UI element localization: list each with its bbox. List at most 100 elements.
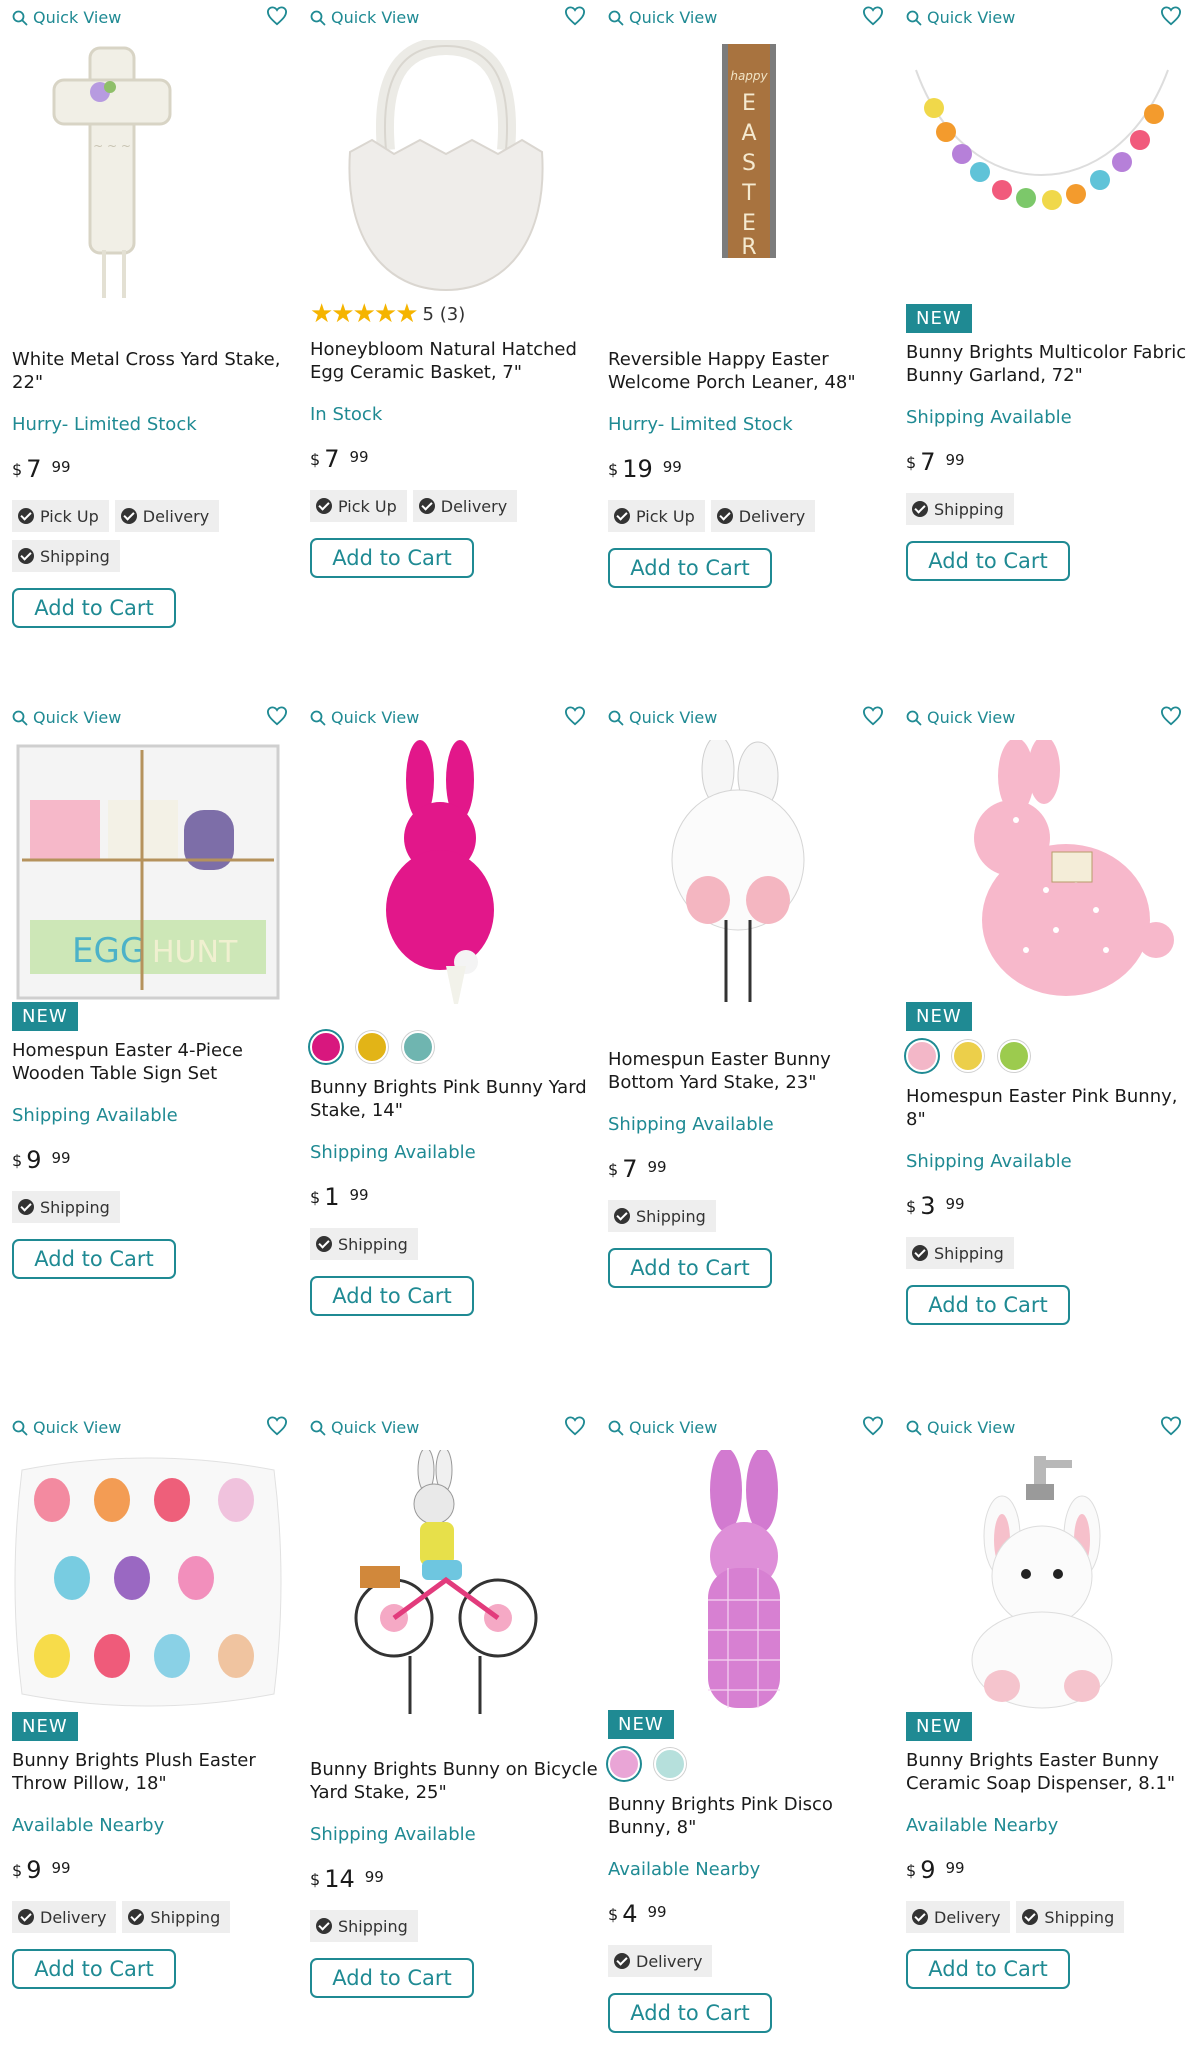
product-image[interactable]: [310, 40, 582, 304]
product-title[interactable]: Homespun Easter Bunny Bottom Yard Stake,…: [608, 1048, 898, 1094]
product-row: Quick View NEW Bunny Brights Plush Easter…: [0, 1410, 1200, 2059]
color-swatch[interactable]: [402, 1031, 434, 1063]
quick-view-label: Quick View: [927, 708, 1016, 727]
wishlist-heart-icon[interactable]: [862, 6, 884, 26]
product-title[interactable]: Honeybloom Natural Hatched Egg Ceramic B…: [310, 338, 600, 384]
add-to-cart-button[interactable]: Add to Cart: [608, 1248, 772, 1288]
availability-status: Shipping Available: [12, 1105, 178, 1126]
price-currency: $: [906, 453, 917, 472]
price: $14 99: [310, 1866, 600, 1894]
product-card-p9: Quick View NEW Bunny Brights Plush Easter…: [0, 1410, 298, 2059]
wishlist-heart-icon[interactable]: [266, 706, 288, 726]
product-title[interactable]: Homespun Easter Pink Bunny, 8": [906, 1085, 1196, 1131]
quick-view-label: Quick View: [927, 1418, 1016, 1437]
wishlist-heart-icon[interactable]: [266, 1416, 288, 1436]
quick-view-link[interactable]: Quick View: [12, 1418, 121, 1437]
add-to-cart-button[interactable]: Add to Cart: [906, 1949, 1070, 1989]
wishlist-heart-icon[interactable]: [266, 6, 288, 26]
price-dollars: 7: [26, 455, 42, 483]
color-swatch[interactable]: [608, 1748, 640, 1780]
search-icon: [608, 1420, 624, 1435]
quick-view-link[interactable]: Quick View: [310, 8, 419, 27]
product-image[interactable]: EGG HUNT: [12, 740, 284, 1004]
fulfillment-label: Shipping: [40, 546, 110, 566]
color-swatch[interactable]: [906, 1040, 938, 1072]
wishlist-heart-icon[interactable]: [862, 706, 884, 726]
product-image[interactable]: [906, 740, 1178, 1004]
product-title[interactable]: Reversible Happy Easter Welcome Porch Le…: [608, 348, 898, 394]
add-to-cart-button[interactable]: Add to Cart: [12, 1239, 176, 1279]
product-row: Quick View ~ ~ ~ White Metal Cross Yard …: [0, 0, 1200, 680]
quick-view-link[interactable]: Quick View: [310, 1418, 419, 1437]
add-to-cart-button[interactable]: Add to Cart: [310, 1958, 474, 1998]
fulfillment-label: Shipping: [40, 1197, 110, 1217]
add-to-cart-button[interactable]: Add to Cart: [906, 1285, 1070, 1325]
quick-view-link[interactable]: Quick View: [12, 8, 121, 27]
product-info: Reversible Happy Easter Welcome Porch Le…: [608, 348, 898, 588]
add-to-cart-button[interactable]: Add to Cart: [310, 1276, 474, 1316]
wishlist-heart-icon[interactable]: [1160, 6, 1182, 26]
product-title[interactable]: Homespun Easter 4-Piece Wooden Table Sig…: [12, 1039, 302, 1085]
fulfillment-chip: Shipping: [310, 1228, 418, 1260]
add-to-cart-button[interactable]: Add to Cart: [310, 538, 474, 578]
color-swatch[interactable]: [356, 1031, 388, 1063]
quick-view-link[interactable]: Quick View: [12, 708, 121, 727]
color-swatch[interactable]: [310, 1031, 342, 1063]
product-image[interactable]: [906, 40, 1178, 304]
wishlist-heart-icon[interactable]: [564, 1416, 586, 1436]
product-image[interactable]: [906, 1450, 1178, 1714]
add-to-cart-button[interactable]: Add to Cart: [12, 588, 176, 628]
product-title[interactable]: White Metal Cross Yard Stake, 22": [12, 348, 302, 394]
product-image[interactable]: [608, 740, 880, 1004]
wishlist-heart-icon[interactable]: [564, 706, 586, 726]
quick-view-link[interactable]: Quick View: [608, 708, 717, 727]
quick-view-link[interactable]: Quick View: [608, 8, 717, 27]
quick-view-link[interactable]: Quick View: [608, 1418, 717, 1437]
add-to-cart-button[interactable]: Add to Cart: [906, 541, 1070, 581]
product-title[interactable]: Bunny Brights Pink Disco Bunny, 8": [608, 1793, 898, 1839]
quick-view-link[interactable]: Quick View: [906, 8, 1015, 27]
price-cents: 99: [647, 1903, 667, 1921]
price-currency: $: [608, 460, 619, 479]
color-swatch[interactable]: [952, 1040, 984, 1072]
product-info: NEW Bunny Brights Plush Easter Throw Pill…: [12, 1712, 302, 1989]
price-cents: 99: [349, 1186, 369, 1204]
add-to-cart-button[interactable]: Add to Cart: [608, 548, 772, 588]
product-image[interactable]: [310, 740, 582, 1004]
wishlist-heart-icon[interactable]: [564, 6, 586, 26]
check-icon: [18, 1199, 34, 1215]
search-icon: [12, 1420, 28, 1435]
wishlist-heart-icon[interactable]: [1160, 706, 1182, 726]
product-image[interactable]: [608, 1450, 880, 1714]
rating: ★★★★★ 5 (3): [310, 301, 600, 327]
color-swatch[interactable]: [654, 1748, 686, 1780]
add-to-cart-button[interactable]: Add to Cart: [608, 1993, 772, 2033]
product-image[interactable]: ~ ~ ~: [12, 40, 284, 304]
product-title[interactable]: Bunny Brights Pink Bunny Yard Stake, 14": [310, 1076, 600, 1122]
wishlist-heart-icon[interactable]: [862, 1416, 884, 1436]
quick-view-label: Quick View: [331, 1418, 420, 1437]
quick-view-link[interactable]: Quick View: [906, 708, 1015, 727]
fulfillment-label: Delivery: [934, 1907, 1001, 1927]
color-swatch[interactable]: [998, 1040, 1030, 1072]
product-image[interactable]: [12, 1450, 284, 1714]
price: $9 99: [12, 1857, 302, 1885]
quick-view-link[interactable]: Quick View: [310, 708, 419, 727]
quick-view-link[interactable]: Quick View: [906, 1418, 1015, 1437]
product-info: Bunny Brights Pink Bunny Yard Stake, 14"…: [310, 1030, 600, 1316]
svg-text:EGG: EGG: [72, 931, 146, 971]
availability-status: Available Nearby: [608, 1859, 761, 1880]
svg-text:happy: happy: [730, 69, 768, 83]
fulfillment-chip: Shipping: [906, 493, 1014, 525]
product-title[interactable]: Bunny Brights Multicolor Fabric Bunny Ga…: [906, 341, 1196, 387]
product-title[interactable]: Bunny Brights Easter Bunny Ceramic Soap …: [906, 1749, 1196, 1795]
add-to-cart-button[interactable]: Add to Cart: [12, 1949, 176, 1989]
search-icon: [12, 10, 28, 25]
product-image[interactable]: [310, 1450, 582, 1714]
product-title[interactable]: Bunny Brights Plush Easter Throw Pillow,…: [12, 1749, 302, 1795]
product-image[interactable]: happy E A S T E R: [608, 40, 880, 304]
product-title[interactable]: Bunny Brights Bunny on Bicycle Yard Stak…: [310, 1758, 600, 1804]
availability-status: Shipping Available: [906, 1151, 1072, 1172]
wishlist-heart-icon[interactable]: [1160, 1416, 1182, 1436]
product-card-p11: Quick View NEW Bunny Brights Pink Disco B…: [596, 1410, 894, 2059]
